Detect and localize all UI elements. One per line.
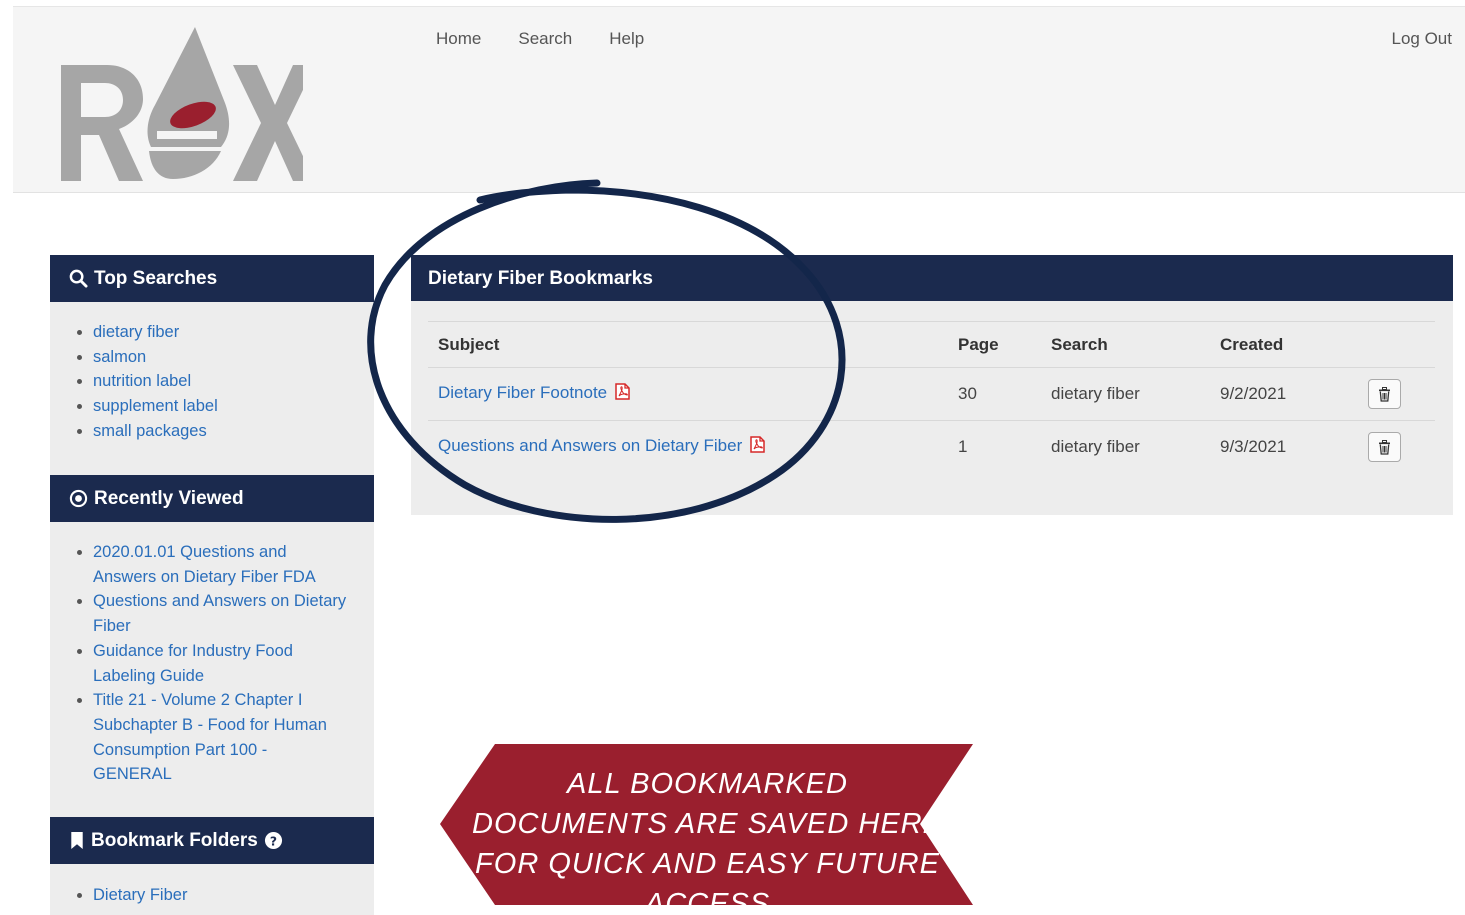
bookmark-subject-link[interactable]: Questions and Answers on Dietary Fiber xyxy=(438,436,742,455)
list-item: salmon xyxy=(93,345,350,370)
list-item: Questions and Answers on Dietary Fiber xyxy=(93,589,350,638)
top-searches-header: Top Searches xyxy=(50,255,374,302)
column-header-actions xyxy=(1340,321,1435,368)
list-item: supplement label xyxy=(93,394,350,419)
top-search-link[interactable]: small packages xyxy=(93,422,207,440)
bookmark-icon xyxy=(69,831,85,850)
bookmarks-title: Dietary Fiber Bookmarks xyxy=(428,267,653,289)
pdf-icon[interactable] xyxy=(615,383,630,405)
column-header-subject: Subject xyxy=(428,321,948,368)
page-cell: 30 xyxy=(948,367,1041,421)
list-item: Dietary Fiber xyxy=(93,883,350,908)
actions-cell xyxy=(1340,367,1435,421)
created-cell: 9/2/2021 xyxy=(1210,367,1340,421)
delete-bookmark-button[interactable] xyxy=(1368,379,1401,409)
list-item: Title 21 - Volume 2 Chapter I Subchapter… xyxy=(93,688,350,787)
list-item: Guidance for Industry Food Labeling Guid… xyxy=(93,639,350,688)
page-cell: 1 xyxy=(958,437,968,457)
list-item: nutrition label xyxy=(93,369,350,394)
subject-cell: Questions and Answers on Dietary Fiber xyxy=(428,421,948,474)
recent-doc-link[interactable]: Questions and Answers on Dietary Fiber xyxy=(93,592,346,635)
trash-icon xyxy=(1379,386,1390,402)
main-nav: Home Search Help xyxy=(436,29,644,49)
search-icon xyxy=(69,269,88,288)
nav-search-link[interactable]: Search xyxy=(518,29,572,49)
eye-circle-icon xyxy=(69,489,88,508)
top-search-link[interactable]: salmon xyxy=(93,348,146,366)
nav-home-link[interactable]: Home xyxy=(436,29,481,49)
bookmark-subject-link[interactable]: Dietary Fiber Footnote xyxy=(438,383,607,402)
column-header-page: Page xyxy=(948,321,1041,368)
list-item: small packages xyxy=(93,419,350,444)
recently-viewed-list: 2020.01.01 Questions and Answers on Diet… xyxy=(50,522,374,817)
pdf-icon[interactable] xyxy=(750,436,765,458)
logout-link[interactable]: Log Out xyxy=(1392,29,1453,49)
rex-logo[interactable] xyxy=(53,23,303,183)
bookmarks-panel: Subject Page Search Created Dietary Fibe… xyxy=(411,301,1453,515)
subject-cell: Dietary Fiber Footnote xyxy=(428,367,948,421)
recently-viewed-title: Recently Viewed xyxy=(94,487,244,509)
bookmarks-table: Subject Page Search Created Dietary Fibe… xyxy=(428,321,1435,474)
top-searches-list: dietary fiber salmon nutrition label sup… xyxy=(50,302,374,475)
recently-viewed-header: Recently Viewed xyxy=(50,475,374,522)
search-cell: dietary fiber xyxy=(1041,367,1210,421)
bookmarks-header: Dietary Fiber Bookmarks xyxy=(411,255,1453,302)
column-header-search: Search xyxy=(1041,321,1210,368)
top-search-link[interactable]: nutrition label xyxy=(93,372,191,390)
actions-cell xyxy=(1340,421,1435,474)
bookmark-folders-header: Bookmark Folders ? xyxy=(50,817,374,864)
created-cell: 9/3/2021 xyxy=(1220,437,1287,457)
search-cell: dietary fiber xyxy=(1051,437,1140,457)
table-row: Questions and Answers on Dietary Fiber 1… xyxy=(428,421,1435,474)
site-header: Home Search Help Log Out xyxy=(13,6,1465,193)
callout-text: ALL BOOKMARKED DOCUMENTS ARE SAVED HERE … xyxy=(472,768,943,915)
table-row: Dietary Fiber Footnote 30 dietary fiber … xyxy=(428,367,1435,421)
bookmark-folders-list: Dietary Fiber xyxy=(50,864,374,915)
delete-bookmark-button[interactable] xyxy=(1368,432,1401,463)
column-header-created: Created xyxy=(1210,321,1340,368)
top-searches-title: Top Searches xyxy=(94,267,218,289)
nav-help-link[interactable]: Help xyxy=(609,29,644,49)
recent-doc-link[interactable]: Guidance for Industry Food Labeling Guid… xyxy=(93,642,293,685)
top-search-link[interactable]: dietary fiber xyxy=(93,323,179,341)
recent-doc-link[interactable]: 2020.01.01 Questions and Answers on Diet… xyxy=(93,543,316,586)
trash-icon xyxy=(1379,439,1390,455)
svg-text:?: ? xyxy=(270,834,277,848)
bookmark-folder-link[interactable]: Dietary Fiber xyxy=(93,886,187,904)
bookmark-folders-title: Bookmark Folders xyxy=(91,829,258,851)
recent-doc-link[interactable]: Title 21 - Volume 2 Chapter I Subchapter… xyxy=(93,691,327,783)
list-item: dietary fiber xyxy=(93,320,350,345)
table-header-row: Subject Page Search Created xyxy=(428,321,1435,368)
list-item: 2020.01.01 Questions and Answers on Diet… xyxy=(93,540,350,589)
top-search-link[interactable]: supplement label xyxy=(93,397,218,415)
question-circle-icon[interactable]: ? xyxy=(264,831,283,850)
